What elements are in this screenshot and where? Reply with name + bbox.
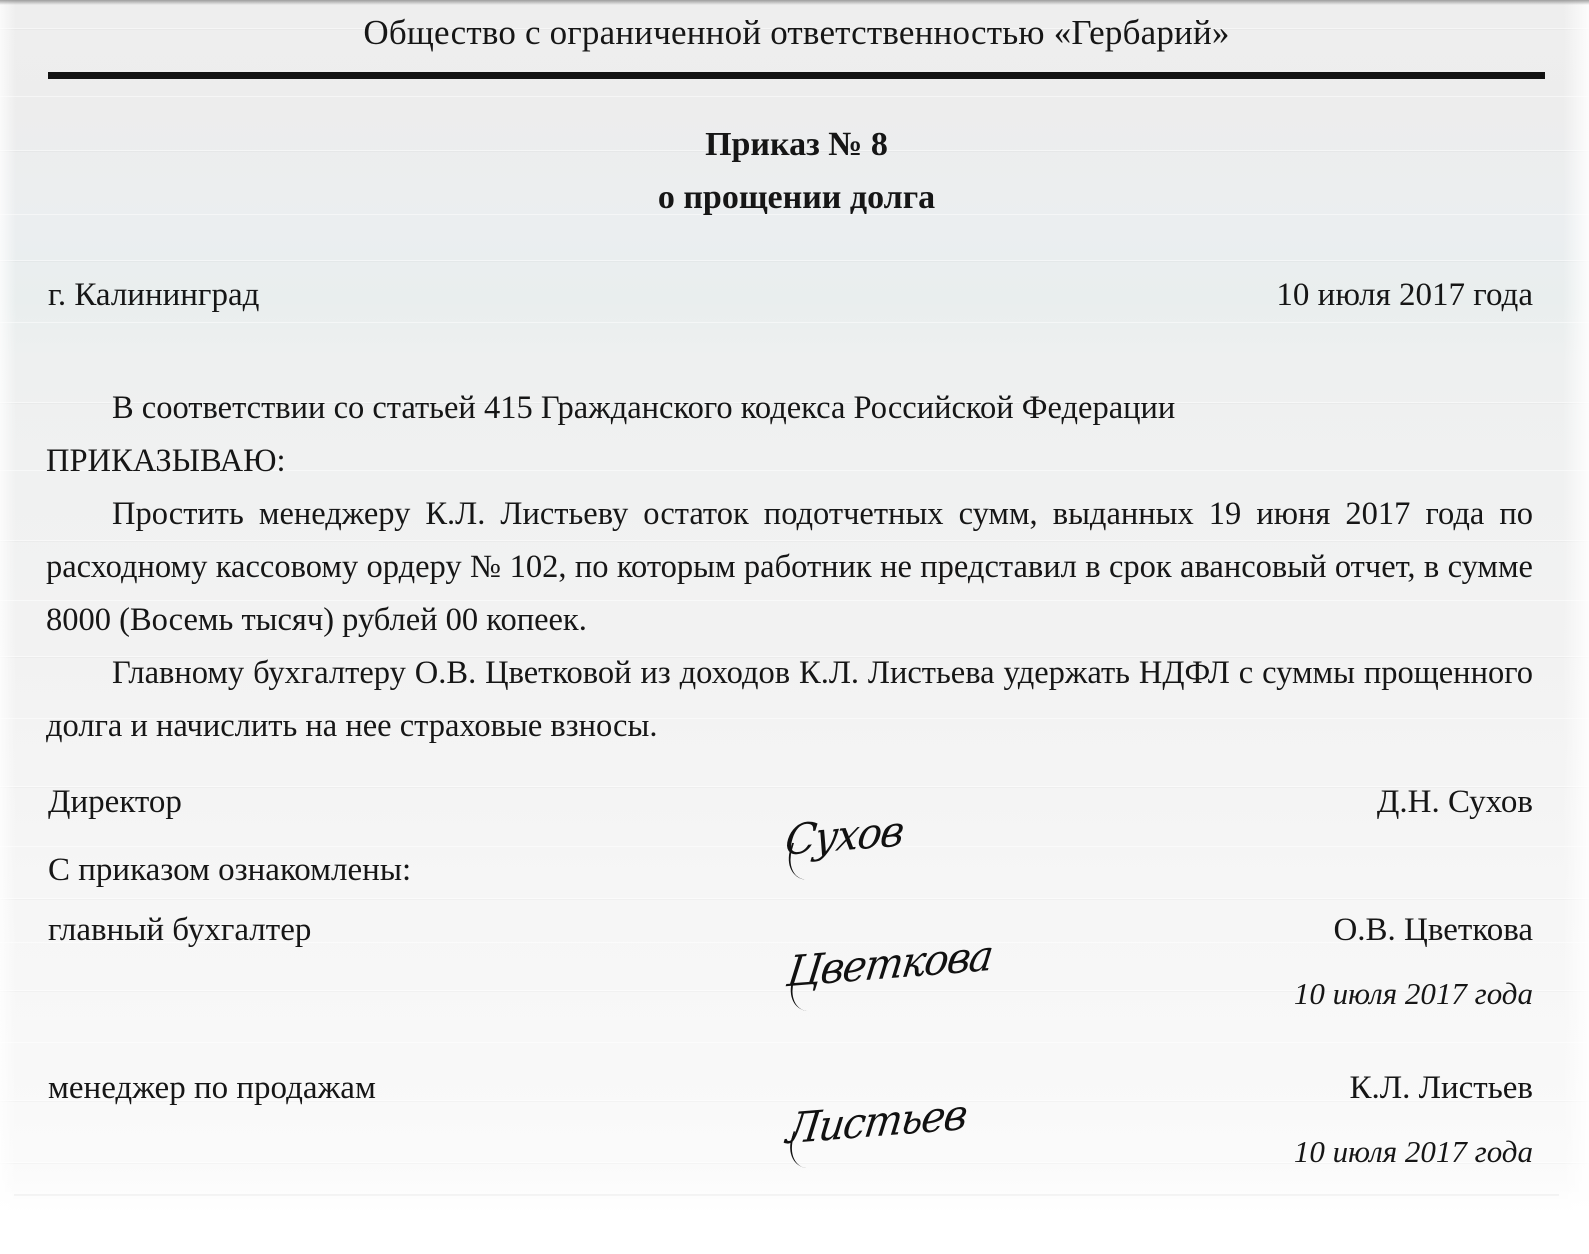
document-content: Общество с ограниченной ответственностью… bbox=[0, 0, 1589, 1254]
paragraph-tax-withholding: Главному бухгалтеру О.В. Цветковой из до… bbox=[46, 654, 1533, 744]
scanned-document-page: Общество с ограниченной ответственностью… bbox=[0, 0, 1589, 1254]
document-date: 10 июля 2017 года bbox=[1276, 277, 1533, 313]
signature-row-chief-accountant: главный бухгалтер Цветкова О.В. Цветкова bbox=[48, 912, 1533, 996]
order-subject-line: о прощении долга bbox=[657, 178, 936, 216]
order-directive-keyword: ПРИКАЗЫВАЮ: bbox=[46, 442, 286, 479]
director-full-name: Д.Н. Сухов bbox=[1376, 784, 1533, 820]
place-and-date-row: г. Калининград 10 июля 2017 года bbox=[48, 277, 1533, 314]
signature-row-sales-manager: менеджер по продажам Листьев К.Л. Листье… bbox=[48, 1070, 1533, 1153]
order-number-line: Приказ № 8 bbox=[705, 126, 888, 163]
organization-name: Общество с ограниченной ответственностью… bbox=[363, 13, 1230, 52]
document-city: г. Калининград bbox=[48, 277, 260, 313]
signature-spacer bbox=[48, 1012, 1533, 1070]
sales-manager-role-label: менеджер по продажам bbox=[48, 1070, 376, 1106]
signature-section: Директор Сухов Д.Н. Сухов С приказом озн… bbox=[48, 784, 1533, 1170]
header-divider-rule bbox=[48, 72, 1545, 79]
paragraph-legal-basis: В соответствии со статьей 415 Гражданско… bbox=[112, 390, 1176, 426]
paragraph-debt-forgiveness: Простить менеджеру К.Л. Листьеву остаток… bbox=[46, 495, 1533, 638]
director-role-label: Директор bbox=[48, 784, 182, 820]
chief-accountant-role-label: главный бухгалтер bbox=[48, 912, 312, 948]
acknowledgement-text: С приказом ознакомлены: bbox=[48, 852, 412, 888]
sales-manager-full-name: К.Л. Листьев bbox=[1349, 1070, 1533, 1106]
director-signature-mark: Сухов bbox=[782, 806, 907, 865]
document-title: Приказ № 8 о прощении долга bbox=[48, 119, 1545, 224]
document-body: В соответствии со статьей 415 Гражданско… bbox=[46, 382, 1533, 753]
chief-accountant-full-name: О.В. Цветкова bbox=[1333, 912, 1533, 948]
signature-row-director: Директор Сухов Д.Н. Сухов bbox=[48, 784, 1533, 865]
